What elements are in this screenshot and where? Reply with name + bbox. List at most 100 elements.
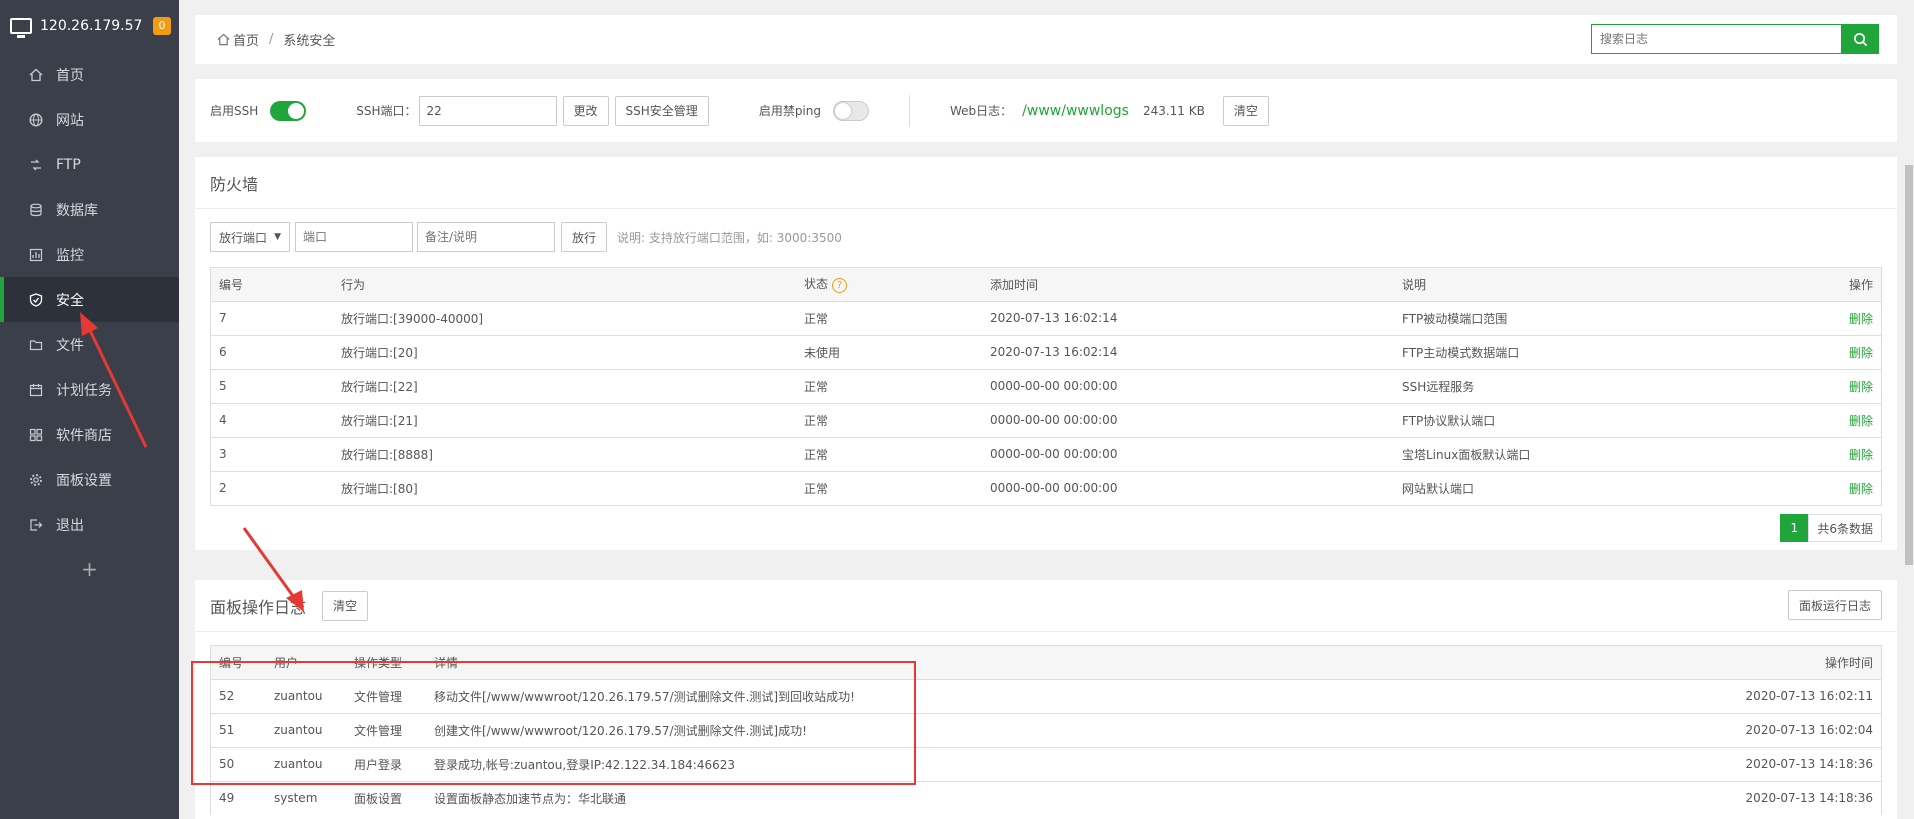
clear-logs-button[interactable]: 清空	[322, 590, 369, 621]
cell-time: 2020-07-13 14:18:36	[1745, 791, 1873, 806]
ping-toggle[interactable]	[833, 100, 869, 121]
database-icon	[28, 202, 44, 218]
enable-ssh-label: 启用SSH	[210, 104, 259, 118]
cell-time: 0000-00-00 00:00:00	[982, 403, 1394, 438]
cell-id: 5	[211, 369, 333, 404]
search-button[interactable]	[1841, 24, 1879, 54]
home-icon	[217, 33, 230, 46]
table-row: 6 放行端口:[20] 未使用 2020-07-13 16:02:14 FTP主…	[211, 335, 1881, 370]
firewall-table: 编号 行为 状态? 添加时间 说明 操作 7 放行端口:[39000-40000…	[210, 267, 1882, 506]
sidebar-item-website[interactable]: 网站	[0, 97, 179, 142]
cell-id: 49	[219, 791, 235, 806]
sidebar-item-security[interactable]: 安全	[0, 277, 179, 322]
cell-desc: SSH远程服务	[1394, 369, 1801, 404]
change-port-button[interactable]: 更改	[562, 95, 609, 126]
firewall-title: 防火墙	[195, 157, 1897, 209]
ssh-settings-bar: 启用SSH SSH端口： 22 更改 SSH安全管理 启用禁ping Web日志…	[195, 79, 1897, 142]
cell-status: 未使用	[796, 335, 982, 370]
sidebar-item-ftp[interactable]: FTP	[0, 142, 179, 187]
delete-link[interactable]: 删除	[1801, 335, 1881, 370]
sidebar-item-settings[interactable]: 面板设置	[0, 457, 179, 502]
sidebar-item-label: 退出	[56, 517, 84, 534]
weblog-size: 243.11 KB	[1142, 103, 1205, 118]
table-row: 2 放行端口:[80] 正常 0000-00-00 00:00:00 网站默认端…	[211, 471, 1881, 505]
help-icon[interactable]: ?	[832, 278, 848, 294]
sidebar-item-label: 数据库	[56, 202, 98, 219]
col-detail: 详情	[426, 646, 1681, 680]
add-menu-button[interactable]: +	[0, 547, 179, 591]
cell-time: 2020-07-13 16:02:04	[1681, 713, 1881, 748]
calendar-icon	[28, 382, 44, 398]
allow-port-button[interactable]: 放行	[561, 222, 608, 252]
ssh-toggle[interactable]	[270, 100, 307, 121]
cell-id: 50	[211, 747, 266, 782]
cell-desc: FTP被动模端口范围	[1394, 301, 1801, 336]
firewall-tip: 说明: 支持放行端口范围，如: 3000:3500	[617, 230, 842, 245]
delete-link[interactable]: 删除	[1801, 403, 1881, 438]
sidebar-menu: 首页 网站 FTP 数据库 监控 安全 文件 计划任务 软件商店 面板设置 退出	[0, 52, 179, 547]
col-time: 添加时间	[982, 268, 1394, 302]
cell-id: 6	[211, 335, 333, 370]
sidebar: 120.26.179.57 0 首页 网站 FTP 数据库 监控 安全 文件 计…	[0, 0, 179, 819]
port-input[interactable]	[295, 222, 413, 252]
col-user: 用户	[266, 646, 346, 680]
ssh-manage-button[interactable]: SSH安全管理	[614, 95, 709, 126]
firewall-panel: 防火墙 放行端口 ▼ 放行 说明: 支持放行端口范围，如: 3000:3500 …	[195, 157, 1897, 550]
search-input[interactable]	[1591, 24, 1841, 54]
sidebar-item-monitor[interactable]: 监控	[0, 232, 179, 277]
cell-type: 面板设置	[354, 791, 403, 806]
sidebar-item-logout[interactable]: 退出	[0, 502, 179, 547]
server-header: 120.26.179.57 0	[0, 0, 179, 52]
cell-id: 7	[211, 301, 333, 336]
cell-time: 2020-07-13 16:02:11	[1681, 679, 1881, 714]
page-scrollbar[interactable]	[1904, 0, 1914, 819]
col-desc: 说明	[1394, 268, 1801, 302]
clear-weblog-button[interactable]: 清空	[1222, 95, 1269, 126]
cell-type: 用户登录	[346, 747, 426, 782]
breadcrumb-separator: /	[269, 32, 274, 47]
cell-type: 文件管理	[346, 713, 426, 748]
run-log-button[interactable]: 面板运行日志	[1787, 590, 1882, 620]
cell-status: 正常	[804, 481, 829, 496]
cell-desc: FTP协议默认端口	[1394, 403, 1801, 438]
delete-link[interactable]: 删除	[1801, 471, 1881, 505]
notification-badge[interactable]: 0	[153, 17, 171, 35]
top-bar: 首页 / 系统安全	[195, 15, 1897, 64]
cell-user: system	[274, 791, 318, 806]
search-icon	[1853, 32, 1867, 46]
sidebar-item-files[interactable]: 文件	[0, 322, 179, 367]
rule-type-select[interactable]: 放行端口 ▼	[210, 222, 290, 252]
cell-status: 正常	[796, 301, 982, 336]
cell-id: 3	[211, 437, 333, 472]
ftp-icon	[28, 157, 44, 173]
sidebar-item-label: 首页	[56, 67, 84, 84]
sidebar-item-cron[interactable]: 计划任务	[0, 367, 179, 412]
col-type: 操作类型	[346, 646, 426, 680]
scrollbar-thumb[interactable]	[1905, 165, 1913, 565]
sidebar-item-label: 网站	[56, 112, 84, 129]
ssh-port-label: SSH端口：	[356, 104, 417, 118]
sidebar-item-label: FTP	[56, 156, 81, 173]
delete-link[interactable]: 删除	[1801, 301, 1881, 336]
remark-input[interactable]	[417, 222, 555, 252]
page-total: 共6条数据	[1808, 514, 1882, 542]
delete-link[interactable]: 删除	[1801, 437, 1881, 472]
breadcrumb-home[interactable]: 首页	[233, 30, 259, 49]
sidebar-item-store[interactable]: 软件商店	[0, 412, 179, 457]
cell-user: zuantou	[266, 713, 346, 748]
sidebar-item-home[interactable]: 首页	[0, 52, 179, 97]
ssh-port-input[interactable]: 22	[418, 95, 557, 126]
cell-id: 51	[211, 713, 266, 748]
table-header-row: 编号 用户 操作类型 详情 操作时间	[211, 646, 1881, 680]
sidebar-item-database[interactable]: 数据库	[0, 187, 179, 232]
cell-time: 0000-00-00 00:00:00	[990, 481, 1118, 496]
cell-time: 2020-07-13 14:18:36	[1681, 747, 1881, 782]
log-search	[1591, 24, 1879, 54]
sidebar-item-label: 监控	[56, 247, 84, 264]
page-current[interactable]: 1	[1780, 514, 1809, 542]
monitor-icon	[10, 18, 32, 38]
delete-link[interactable]: 删除	[1801, 369, 1881, 404]
weblog-path-link[interactable]: /www/wwwlogs	[1022, 103, 1129, 119]
cell-action: 放行端口:[21]	[333, 403, 796, 438]
shield-icon	[28, 292, 44, 308]
